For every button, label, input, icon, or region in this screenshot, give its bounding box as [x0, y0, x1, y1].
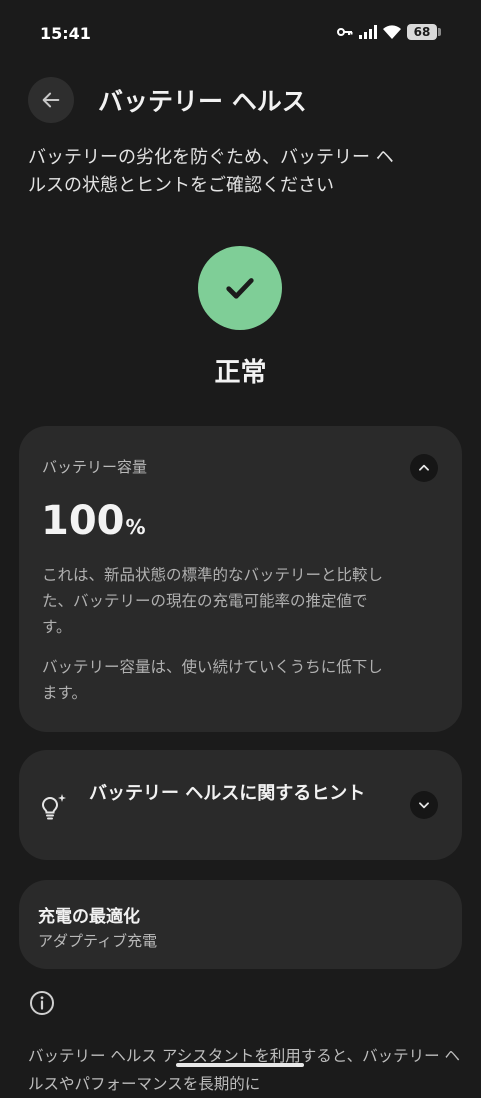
tips-label: バッテリー ヘルスに関するヒント	[89, 783, 366, 804]
check-icon	[226, 278, 254, 299]
footer-text: バッテリー ヘルス アシスタントを利用すると、バッテリー ヘルスやパフォーマンス…	[28, 1047, 461, 1093]
capacity-title: バッテリー容量	[42, 458, 148, 476]
wifi-icon	[383, 25, 401, 39]
app-bar: バッテリー ヘルス	[28, 76, 461, 124]
battery-level: 68	[407, 24, 437, 40]
expand-button[interactable]	[410, 791, 438, 819]
capacity-value: 100%	[41, 498, 146, 544]
charging-optimization-card[interactable]: 充電の最適化 アダプティブ充電	[19, 880, 462, 969]
chevron-down-icon	[419, 802, 429, 809]
status-bar: 15:41 68	[0, 0, 481, 66]
vpn-key-icon	[337, 28, 353, 36]
page-title: バッテリー ヘルス	[98, 87, 307, 116]
back-button[interactable]	[28, 77, 74, 123]
info-icon	[30, 991, 54, 1015]
collapse-button[interactable]	[410, 454, 438, 482]
capacity-note: バッテリー容量は、使い続けていくうちに低下します。	[42, 658, 383, 702]
battery-icon: 68	[407, 24, 441, 40]
health-status-badge	[198, 246, 282, 330]
capacity-description: これは、新品状態の標準的なバッテリーと比較した、バッテリーの現在の充電可能率の推…	[42, 566, 384, 636]
health-tips-card[interactable]: バッテリー ヘルスに関するヒント	[19, 750, 462, 860]
capacity-unit: %	[125, 515, 146, 539]
battery-capacity-card: バッテリー容量 100% これは、新品状態の標準的なバッテリーと比較した、バッテ…	[19, 426, 462, 732]
health-status-label: 正常	[214, 358, 267, 388]
intro-text: バッテリーの劣化を防ぐため、バッテリー ヘルスの状態とヒントをご確認ください	[28, 147, 394, 196]
optimization-title: 充電の最適化	[38, 907, 140, 927]
arrow-left-icon	[42, 92, 60, 108]
status-icons: 68	[337, 24, 441, 40]
home-indicator[interactable]	[176, 1063, 304, 1067]
chevron-up-icon	[419, 464, 429, 471]
lightbulb-sparkle-icon	[41, 794, 66, 820]
capacity-number: 100	[41, 498, 125, 544]
signal-icon	[359, 25, 377, 39]
optimization-subtitle: アダプティブ充電	[38, 932, 158, 950]
status-time: 15:41	[40, 24, 91, 43]
